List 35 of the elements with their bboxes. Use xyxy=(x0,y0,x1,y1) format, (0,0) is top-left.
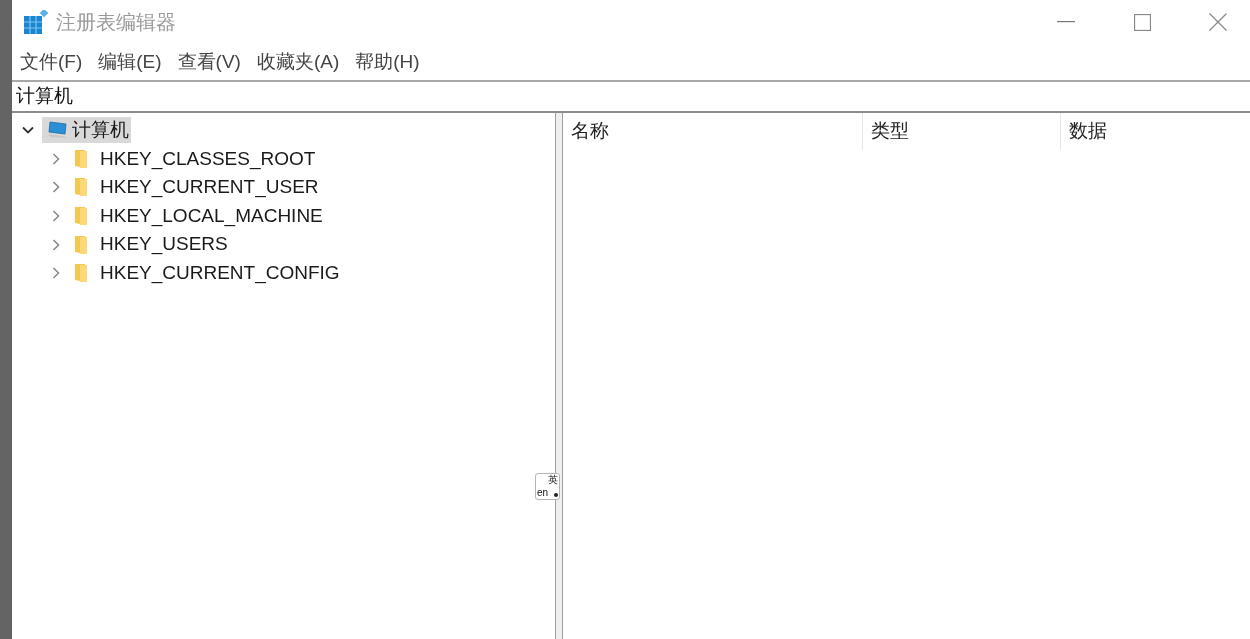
computer-icon xyxy=(46,121,68,140)
chevron-right-icon[interactable] xyxy=(50,267,62,280)
column-header[interactable]: 数据 xyxy=(1061,113,1250,150)
folder-icon xyxy=(74,206,88,227)
menu-item[interactable]: 收藏夹(A) xyxy=(248,44,348,80)
ime-language-label: 英 xyxy=(548,475,558,485)
ime-mode-label: en xyxy=(537,488,549,498)
menu-item[interactable]: 编辑(E) xyxy=(90,44,170,80)
window-title: 注册表编辑器 xyxy=(56,10,176,35)
folder-icon xyxy=(74,234,88,255)
tree-item[interactable]: HKEY_CURRENT_USER xyxy=(70,174,321,201)
menu-item[interactable]: 文件(F) xyxy=(12,44,91,80)
chevron-right-icon[interactable] xyxy=(50,181,62,194)
folder-icon xyxy=(74,148,88,169)
app-grid-icon xyxy=(24,10,48,34)
dot-icon xyxy=(554,493,558,497)
address-field[interactable]: 计算机 xyxy=(12,80,1250,113)
close-icon xyxy=(1209,13,1227,31)
menu-item[interactable]: 查看(V) xyxy=(169,44,249,80)
tree-item[interactable]: HKEY_CLASSES_ROOT xyxy=(70,145,318,172)
tree-item[interactable]: HKEY_LOCAL_MACHINE xyxy=(70,203,325,230)
tree-item[interactable]: 计算机 xyxy=(42,117,131,144)
menu-item[interactable]: 帮助(H) xyxy=(347,44,428,80)
tree-item[interactable]: HKEY_USERS xyxy=(70,231,230,258)
folder-icon xyxy=(74,177,88,198)
chevron-right-icon[interactable] xyxy=(50,152,62,165)
minimize-icon xyxy=(1057,21,1075,23)
ime-indicator[interactable]: 英 en xyxy=(535,473,560,500)
chevron-right-icon[interactable] xyxy=(50,238,62,251)
column-header[interactable]: 名称 xyxy=(563,113,863,150)
chevron-right-icon[interactable] xyxy=(50,210,62,223)
folder-icon xyxy=(74,263,88,284)
maximize-icon xyxy=(1133,13,1151,31)
column-header[interactable]: 类型 xyxy=(863,113,1061,150)
tree-item[interactable]: HKEY_CURRENT_CONFIG xyxy=(70,260,342,287)
